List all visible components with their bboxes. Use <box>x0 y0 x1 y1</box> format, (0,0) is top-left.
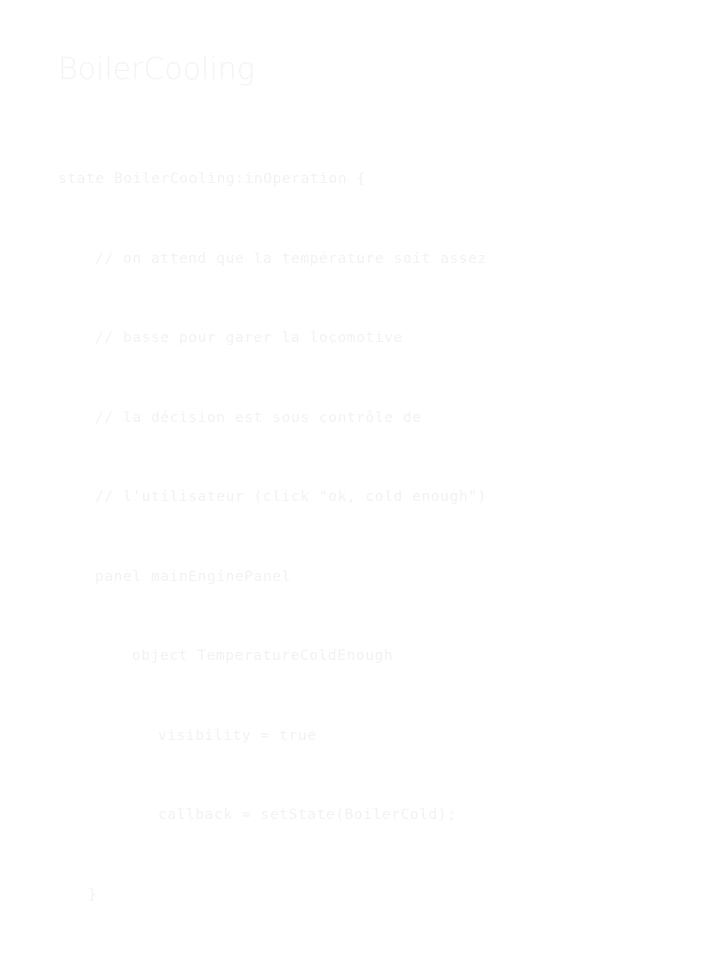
code-line: // on attend que la température soit ass… <box>95 250 487 267</box>
code-line: } <box>88 886 98 903</box>
page-title: BoilerCooling <box>58 52 255 87</box>
code-line: state BoilerCooling:inOperation { <box>58 171 366 187</box>
code-line: // la décision est sous contrôle de <box>95 409 422 426</box>
code-line: callback = setState(BoilerCold); <box>158 807 457 823</box>
slide-canvas: BoilerCooling state BoilerCooling:inOper… <box>0 0 720 903</box>
code-line: panel mainEnginePanel <box>95 568 291 585</box>
code-line: // l'utilisateur (click "ok, cold enough… <box>95 489 487 505</box>
code-line: // basse pour garer la locomotive <box>95 330 403 346</box>
code-line: visibility = true <box>158 727 317 744</box>
code-line: object TemperatureColdEnough <box>132 648 394 664</box>
code-block: state BoilerCooling:inOperation { // on … <box>58 113 698 961</box>
